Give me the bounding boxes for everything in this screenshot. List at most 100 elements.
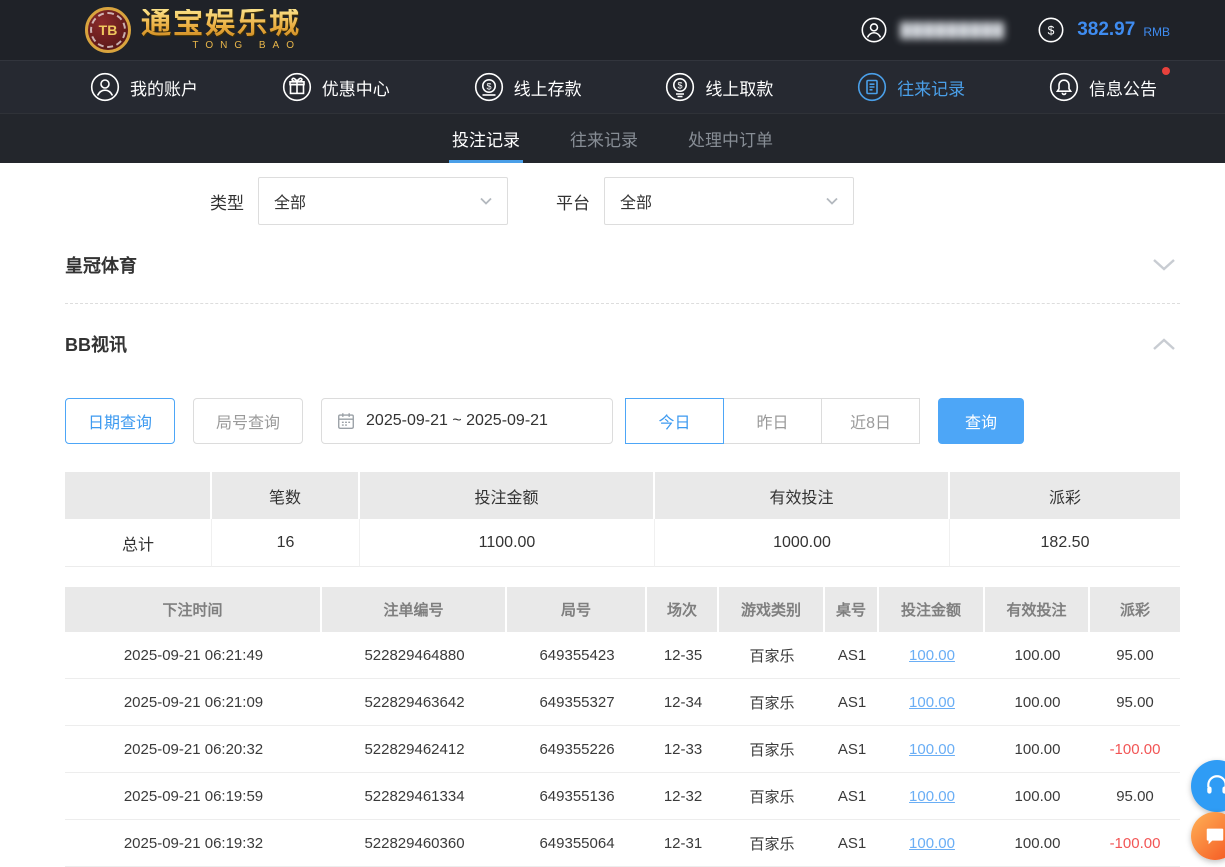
calendar-icon [338, 413, 354, 429]
brand-logo[interactable]: TB 通宝娱乐城 TONG BAO [85, 7, 301, 53]
table-no-cell: AS1 [825, 632, 879, 679]
table-no-cell: AS1 [825, 773, 879, 820]
platform-filter-value: 全部 [620, 195, 653, 212]
coin-icon: $ [1038, 17, 1064, 43]
brand-name: 通宝娱乐城 [141, 7, 301, 40]
session-cell: 12-32 [647, 773, 719, 820]
svg-text:$: $ [486, 82, 491, 92]
platform-filter-select[interactable]: 全部 [604, 177, 854, 225]
tab-transaction-records[interactable]: 往来记录 [567, 114, 641, 163]
tab-label: 处理中订单 [688, 131, 773, 150]
valid-bet-cell: 100.00 [985, 679, 1090, 726]
type-filter-value: 全部 [274, 195, 307, 212]
game-type-cell: 百家乐 [719, 773, 825, 820]
platform-filter-label: 平台 [556, 193, 590, 213]
headset-icon [1207, 775, 1225, 794]
nav-item-my-account[interactable]: 我的账户 [90, 72, 198, 102]
nav-item-announcements[interactable]: 信息公告 [1049, 67, 1170, 102]
date-range-value: 2025-09-21 ~ 2025-09-21 [366, 412, 548, 429]
bet-id-cell: 522829464880 [322, 632, 507, 679]
game-type-cell: 百家乐 [719, 632, 825, 679]
bet-amount-link[interactable]: 100.00 [879, 726, 985, 773]
summary-header-blank [65, 472, 212, 519]
brand-badge-text: TB [98, 22, 118, 38]
chevron-down-icon [826, 197, 838, 205]
last-8-days-button[interactable]: 近8日 [821, 398, 921, 444]
game-type-cell: 百家乐 [719, 679, 825, 726]
valid-bet-cell: 100.00 [985, 773, 1090, 820]
date-query-button[interactable]: 日期查询 [65, 398, 176, 444]
bet-records-table: 下注时间 注单编号 局号 场次 游戏类别 桌号 投注金额 有效投注 派彩 202… [65, 587, 1180, 867]
nav-label: 线上取款 [705, 79, 774, 99]
round-query-button[interactable]: 局号查询 [193, 398, 304, 444]
table-no-cell: AS1 [825, 820, 879, 867]
gift-icon [282, 72, 312, 102]
col-header-time: 下注时间 [65, 587, 322, 632]
nav-label: 优惠中心 [321, 79, 390, 99]
payout-cell: 95.00 [1090, 773, 1180, 820]
col-header-valid-bet: 有效投注 [985, 587, 1090, 632]
bet-amount-link[interactable]: 100.00 [879, 773, 985, 820]
nav-item-withdrawal[interactable]: $ 线上取款 [665, 72, 773, 102]
payout-cell: -100.00 [1090, 726, 1180, 773]
bet-time-cell: 2025-09-21 06:21:09 [65, 679, 322, 726]
tab-bet-records[interactable]: 投注记录 [449, 114, 523, 163]
summary-count-value: 16 [212, 519, 360, 567]
records-tabbar: 投注记录 往来记录 处理中订单 [0, 113, 1225, 163]
brand-subtitle: TONG BAO [192, 40, 301, 51]
user-icon[interactable] [861, 17, 887, 43]
col-header-session: 场次 [647, 587, 719, 632]
brand-badge-icon: TB [85, 7, 131, 53]
main-nav: 我的账户 优惠中心 $ 线上存款 $ 线上取款 往来记录 信息公告 [0, 60, 1225, 113]
chat-bubble-icon [1206, 828, 1224, 845]
session-cell: 12-35 [647, 632, 719, 679]
bet-amount-link[interactable]: 100.00 [879, 679, 985, 726]
round-cell: 649355064 [507, 820, 647, 867]
query-bar: 日期查询 局号查询 2025-09-21 ~ 2025-09-21 今日 昨日 … [65, 398, 1180, 444]
round-cell: 649355136 [507, 773, 647, 820]
filter-bar: 类型 全部 平台 全部 [210, 177, 1180, 225]
bet-id-cell: 522829460360 [322, 820, 507, 867]
today-button[interactable]: 今日 [625, 398, 725, 444]
deposit-icon: $ [474, 72, 504, 102]
bet-amount-link[interactable]: 100.00 [879, 632, 985, 679]
summary-header-count: 笔数 [212, 472, 360, 519]
summary-valid-value: 1000.00 [655, 519, 950, 567]
chevron-down-icon [1153, 259, 1175, 271]
button-label: 今日 [658, 415, 691, 432]
yesterday-button[interactable]: 昨日 [723, 398, 823, 444]
chevron-up-icon [1153, 338, 1175, 350]
collapse-section-button[interactable] [1148, 333, 1180, 355]
search-button[interactable]: 查询 [938, 398, 1025, 444]
bet-id-cell: 522829461334 [322, 773, 507, 820]
payout-cell: 95.00 [1090, 679, 1180, 726]
section-title: 皇冠体育 [65, 256, 137, 276]
round-cell: 649355423 [507, 632, 647, 679]
date-range-picker[interactable]: 2025-09-21 ~ 2025-09-21 [321, 398, 614, 444]
nav-label: 信息公告 [1088, 79, 1157, 99]
summary-table: 笔数 投注金额 有效投注 派彩 总计 16 1100.00 1000.00 18… [65, 472, 1180, 567]
balance-amount[interactable]: 382.97 [1077, 19, 1135, 41]
nav-item-promotions[interactable]: 优惠中心 [282, 72, 390, 102]
col-header-bet-id: 注单编号 [322, 587, 507, 632]
expand-section-button[interactable] [1148, 254, 1180, 276]
col-header-round: 局号 [507, 587, 647, 632]
valid-bet-cell: 100.00 [985, 632, 1090, 679]
balance-currency: RMB [1143, 25, 1170, 39]
svg-text:$: $ [1048, 23, 1055, 37]
notification-dot [1161, 67, 1170, 75]
account-icon [90, 72, 120, 102]
nav-item-deposit[interactable]: $ 线上存款 [474, 72, 582, 102]
bet-time-cell: 2025-09-21 06:21:49 [65, 632, 322, 679]
payout-cell: 95.00 [1090, 632, 1180, 679]
bet-amount-link[interactable]: 100.00 [879, 820, 985, 867]
quick-range-group: 今日 昨日 近8日 [625, 398, 921, 444]
type-filter-label: 类型 [210, 193, 244, 213]
tab-processing-orders[interactable]: 处理中订单 [685, 114, 776, 163]
session-cell: 12-34 [647, 679, 719, 726]
col-header-table-no: 桌号 [825, 587, 879, 632]
type-filter-select[interactable]: 全部 [258, 177, 508, 225]
withdraw-icon: $ [665, 72, 695, 102]
nav-label: 我的账户 [130, 79, 198, 99]
nav-item-records[interactable]: 往来记录 [857, 72, 965, 102]
